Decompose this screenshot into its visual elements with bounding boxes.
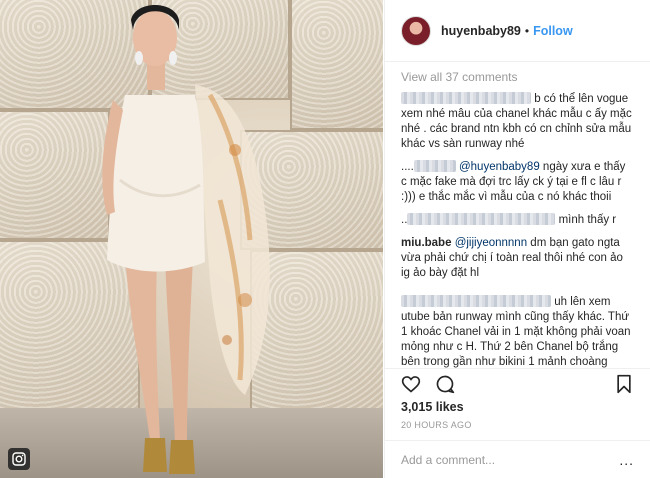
- comment-item: .... @huyenbaby89 ngày xưa e thấy c mặc …: [401, 160, 634, 205]
- blurred-username: [413, 160, 456, 172]
- avatar[interactable]: [401, 15, 431, 46]
- comment-item: b có thể lên vogue xem nhé mâu của chane…: [401, 92, 634, 152]
- blurred-username: [401, 92, 531, 104]
- comment-text: mình thấy r: [558, 214, 617, 226]
- comment-mention[interactable]: @huyenbaby89: [459, 161, 540, 173]
- bookmark-icon[interactable]: [612, 372, 636, 396]
- instagram-icon: [8, 448, 30, 470]
- blurred-username: [401, 295, 551, 307]
- follow-button[interactable]: Follow: [533, 24, 573, 38]
- username[interactable]: huyenbaby89: [441, 24, 521, 38]
- like-count[interactable]: 3,015 likes: [401, 400, 464, 414]
- action-bar: [385, 368, 650, 398]
- blurred-username: [407, 213, 556, 225]
- post-photo[interactable]: [0, 0, 383, 478]
- post-timestamp: 20 HOURS AGO: [401, 420, 472, 430]
- post-side-panel: huyenbaby89 • Follow View all 37 comment…: [384, 0, 650, 478]
- add-comment-input[interactable]: [401, 452, 612, 467]
- post-header: huyenbaby89 • Follow: [385, 0, 650, 62]
- comment-item: miu.babe @jijiyeonnnnn dm bạn gato ngta …: [401, 236, 634, 281]
- stone-wall-block: [0, 110, 110, 240]
- model-figure: [102, 5, 270, 474]
- more-options-icon[interactable]: ...: [612, 452, 634, 468]
- comments-list: View all 37 comments b có thể lên vogue …: [385, 62, 650, 368]
- speech-bubble-icon[interactable]: [433, 372, 457, 396]
- view-all-comments-link[interactable]: View all 37 comments: [401, 70, 634, 84]
- comment-item: .. mình thấy r: [401, 213, 634, 228]
- stone-wall-block: [290, 0, 383, 130]
- comment-username[interactable]: miu.babe: [401, 237, 451, 249]
- separator-dot: •: [524, 23, 530, 38]
- comment-item: uh lên xem utube bản runway mình cũng th…: [401, 295, 634, 368]
- heart-icon[interactable]: [399, 372, 423, 396]
- comment-prefix: ....: [401, 161, 414, 173]
- add-comment-bar: ...: [385, 440, 650, 478]
- comment-mention[interactable]: @jijiyeonnnnn: [455, 237, 527, 249]
